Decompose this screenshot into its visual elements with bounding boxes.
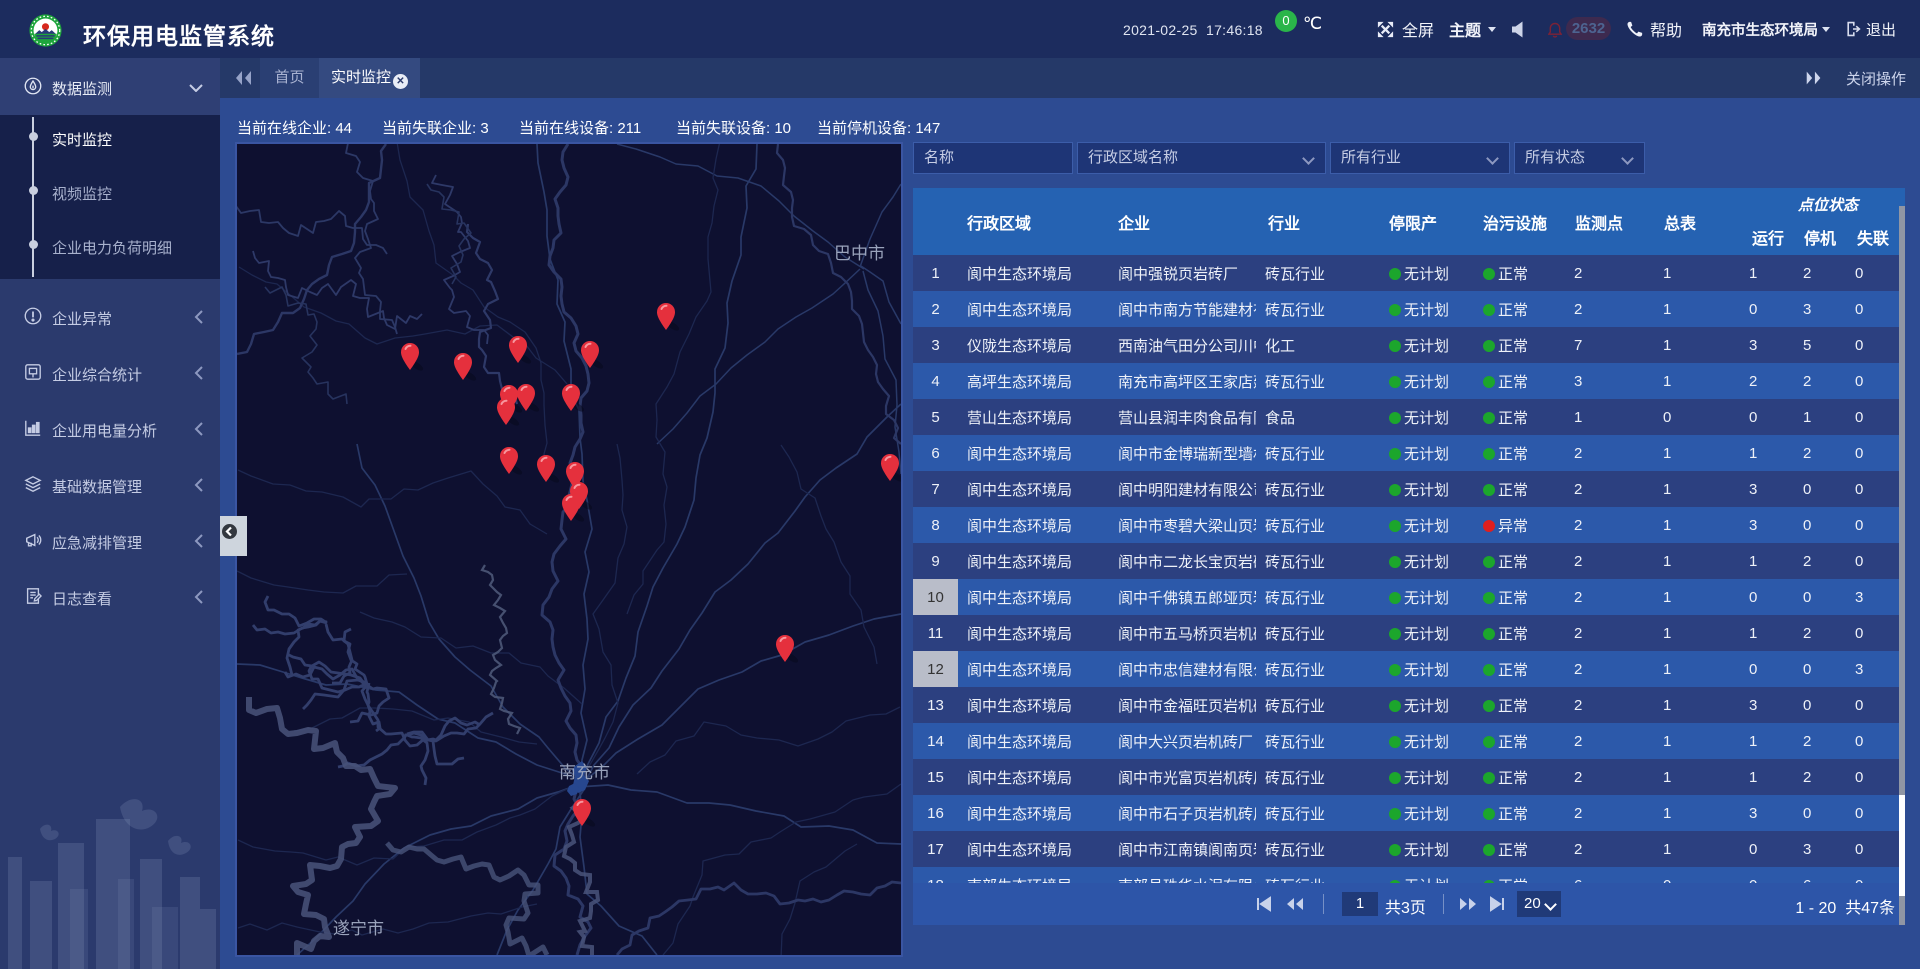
svg-text:巴中市: 巴中市 <box>834 244 885 263</box>
svg-text:遂宁市: 遂宁市 <box>333 919 384 938</box>
svg-text:南充市: 南充市 <box>559 763 610 782</box>
